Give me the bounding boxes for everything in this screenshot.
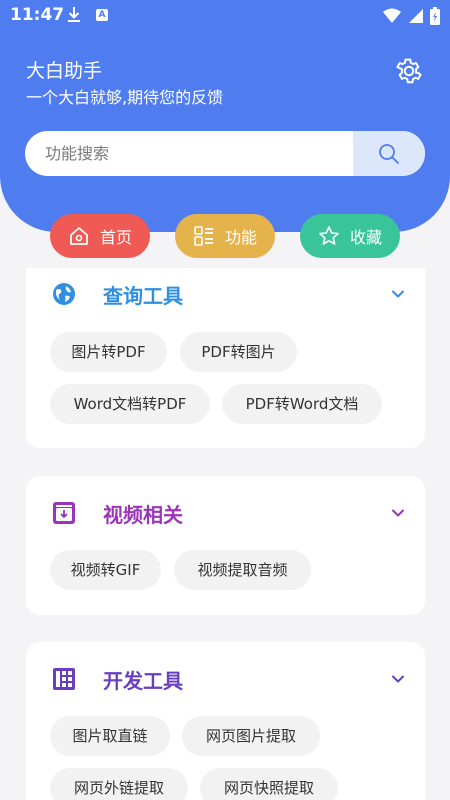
- chip-image-to-pdf[interactable]: 图片转PDF: [50, 332, 167, 372]
- battery-icon: [430, 7, 440, 25]
- chip-pdf-to-word[interactable]: PDF转Word文档: [222, 384, 382, 424]
- nav-home-label: 首页: [99, 228, 132, 247]
- section-title-query: 查询工具: [103, 284, 183, 308]
- app-title: 大白助手: [26, 60, 103, 82]
- home-icon: [70, 227, 88, 245]
- grid-panel-icon: [53, 668, 75, 690]
- chip-webpage-link-extract[interactable]: 网页外链提取: [50, 768, 188, 800]
- chip-video-to-gif[interactable]: 视频转GIF: [50, 550, 161, 590]
- star-icon: [319, 226, 339, 245]
- chip-webpage-snapshot-extract[interactable]: 网页快照提取: [200, 768, 338, 800]
- chip-video-extract-audio[interactable]: 视频提取音频: [174, 550, 311, 590]
- section-card-query: 查询工具 图片转PDF PDF转图片 Word文档转PDF PDF转Word文档: [26, 268, 425, 448]
- video-box-icon: [53, 502, 75, 524]
- chip-image-direct-link[interactable]: 图片取直链: [50, 716, 170, 756]
- apps-grid-icon: [194, 226, 213, 246]
- nav-home-button[interactable]: 首页: [50, 214, 150, 258]
- download-icon: [68, 7, 80, 22]
- chip-pdf-to-image[interactable]: PDF转图片: [180, 332, 297, 372]
- globe-icon: [53, 283, 75, 305]
- nav-functions-label: 功能: [224, 228, 257, 247]
- signal-icon: [409, 9, 423, 23]
- keyboard-a-icon: A: [96, 9, 108, 21]
- status-time: 11:47: [10, 5, 65, 25]
- chip-word-to-pdf[interactable]: Word文档转PDF: [50, 384, 210, 424]
- chevron-down-icon[interactable]: [390, 286, 406, 302]
- status-bar: 11:47 A: [0, 0, 450, 32]
- header-background: [0, 0, 450, 232]
- chevron-down-icon[interactable]: [390, 671, 406, 687]
- status-icons: [382, 7, 440, 25]
- chevron-down-icon[interactable]: [390, 505, 406, 521]
- section-card-dev: 开发工具 图片取直链 网页图片提取 网页外链提取 网页快照提取: [26, 642, 425, 800]
- search-bar: [25, 131, 425, 176]
- search-icon: [379, 143, 399, 164]
- section-title-video: 视频相关: [103, 503, 183, 527]
- app-subtitle: 一个大白就够,期待您的反馈: [26, 88, 224, 107]
- search-button[interactable]: [353, 131, 425, 176]
- settings-gear-icon[interactable]: [394, 56, 424, 86]
- nav-favorites-button[interactable]: 收藏: [300, 214, 400, 258]
- chip-webpage-image-extract[interactable]: 网页图片提取: [182, 716, 320, 756]
- search-input[interactable]: [25, 131, 353, 176]
- wifi-icon: [383, 8, 401, 23]
- section-card-video: 视频相关 视频转GIF 视频提取音频: [26, 476, 425, 615]
- nav-favorites-label: 收藏: [349, 228, 382, 247]
- section-title-dev: 开发工具: [103, 669, 183, 693]
- nav-functions-button[interactable]: 功能: [175, 214, 275, 258]
